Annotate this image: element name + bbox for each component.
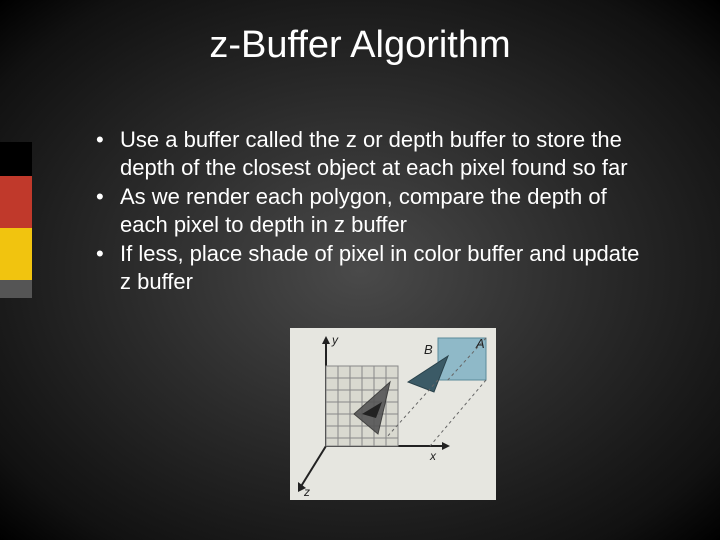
label-b: B [424,342,433,357]
bullet-item: Use a buffer called the z or depth buffe… [96,126,656,181]
axis-x-label: x [429,449,437,463]
accent-stripe [0,142,32,298]
accent-yellow [0,228,32,280]
bullet-item: If less, place shade of pixel in color b… [96,240,656,295]
slide-body: Use a buffer called the z or depth buffe… [96,126,656,297]
bullet-item: As we render each polygon, compare the d… [96,183,656,238]
accent-grey [0,280,32,298]
slide-title: z-Buffer Algorithm [0,24,720,67]
zbuffer-diagram: y x z A B [290,328,496,500]
axis-y-label: y [331,333,339,347]
axis-z-label: z [303,485,310,499]
accent-black [0,142,32,176]
accent-red [0,176,32,228]
